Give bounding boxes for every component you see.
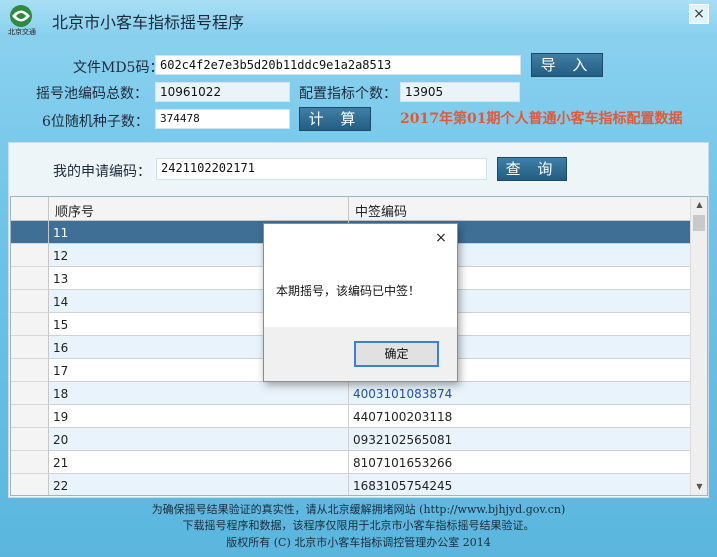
cell-seq: 21 (49, 451, 349, 474)
header-corner (11, 197, 49, 221)
row-header[interactable] (11, 267, 49, 290)
column-header-seq[interactable]: 顺序号 (49, 197, 349, 221)
cell-seq: 18 (49, 382, 349, 405)
row-header[interactable] (11, 313, 49, 336)
app-title: 北京市小客车指标摇号程序 (52, 13, 245, 32)
period-note: 2017年第01期个人普通小客车指标配置数据 (400, 111, 683, 127)
dialog-close-icon[interactable]: × (433, 230, 449, 246)
row-header[interactable] (11, 290, 49, 313)
row-header[interactable] (11, 451, 49, 474)
calculate-button[interactable]: 计 算 (299, 107, 371, 131)
cell-code: 0932102565081 (349, 428, 691, 451)
footer-line-2: 下载摇号程序和数据，该程序仅限用于北京市小客车指标摇号结果验证。 (182, 519, 535, 532)
scroll-up-arrow-icon[interactable]: ▲ (691, 197, 707, 213)
cell-code: 4003101083874 (349, 382, 691, 405)
table-row[interactable]: 18 4003101083874 (11, 382, 691, 405)
dialog-message: 本期摇号，该编码已中签！ (276, 284, 421, 298)
cell-seq: 19 (49, 405, 349, 428)
quota-field: 13905 (400, 82, 520, 102)
result-dialog: × 本期摇号，该编码已中签！ 确定 (263, 223, 458, 382)
window-close-button[interactable]: × (689, 4, 709, 24)
seed-field[interactable]: 374478 (155, 109, 290, 129)
row-header[interactable] (11, 336, 49, 359)
row-header[interactable] (11, 405, 49, 428)
quota-label: 配置指标个数： (299, 86, 397, 102)
cell-seq: 20 (49, 428, 349, 451)
table-row[interactable]: 22 1683105754245 (11, 474, 691, 495)
pool-total-label: 摇号池编码总数： (36, 86, 148, 102)
import-button[interactable]: 导 入 (531, 53, 603, 77)
md5-field[interactable]: 602c4f2e7e3b5d20b11ddc9e1a2a8513 (155, 55, 521, 75)
table-row[interactable]: 19 4407100203118 (11, 405, 691, 428)
row-header[interactable] (11, 359, 49, 382)
vertical-scrollbar[interactable]: ▲ ▼ (690, 197, 707, 495)
cell-seq: 22 (49, 474, 349, 495)
column-header-code[interactable]: 中签编码 (349, 197, 691, 221)
dialog-footer: 确定 (264, 327, 457, 381)
table-row[interactable]: 20 0932102565081 (11, 428, 691, 451)
footer-line-3: 版权所有 (C) 北京市小客车指标调控管理办公室 2014 (226, 536, 491, 549)
table-header: 顺序号 中签编码 (11, 197, 691, 221)
seed-label: 6位随机种子数： (42, 114, 149, 130)
row-header[interactable] (11, 221, 49, 244)
pool-total-field: 10961022 (155, 82, 290, 102)
cell-code: 4407100203118 (349, 405, 691, 428)
cell-code: 1683105754245 (349, 474, 691, 495)
table-row[interactable]: 21 8107101653266 (11, 451, 691, 474)
dialog-ok-button[interactable]: 确定 (354, 341, 439, 367)
scroll-down-arrow-icon[interactable]: ▼ (691, 479, 707, 495)
my-code-input[interactable]: 2421102202171 (156, 158, 487, 180)
row-header[interactable] (11, 428, 49, 451)
my-code-label: 我的申请编码： (53, 164, 151, 180)
row-header[interactable] (11, 382, 49, 405)
cell-code: 8107101653266 (349, 451, 691, 474)
row-header[interactable] (11, 474, 49, 495)
md5-label: 文件MD5码： (73, 60, 164, 76)
logo-text: 北京交通 (8, 28, 36, 36)
scroll-thumb[interactable] (693, 215, 705, 231)
query-button[interactable]: 查 询 (497, 157, 567, 181)
title-bar: 北京交通 北京市小客车指标摇号程序 × (0, 0, 717, 38)
row-header[interactable] (11, 244, 49, 267)
footer-line-1: 为确保摇号结果验证的真实性，请从北京缓解拥堵网站 (http://www.bjh… (151, 503, 566, 516)
